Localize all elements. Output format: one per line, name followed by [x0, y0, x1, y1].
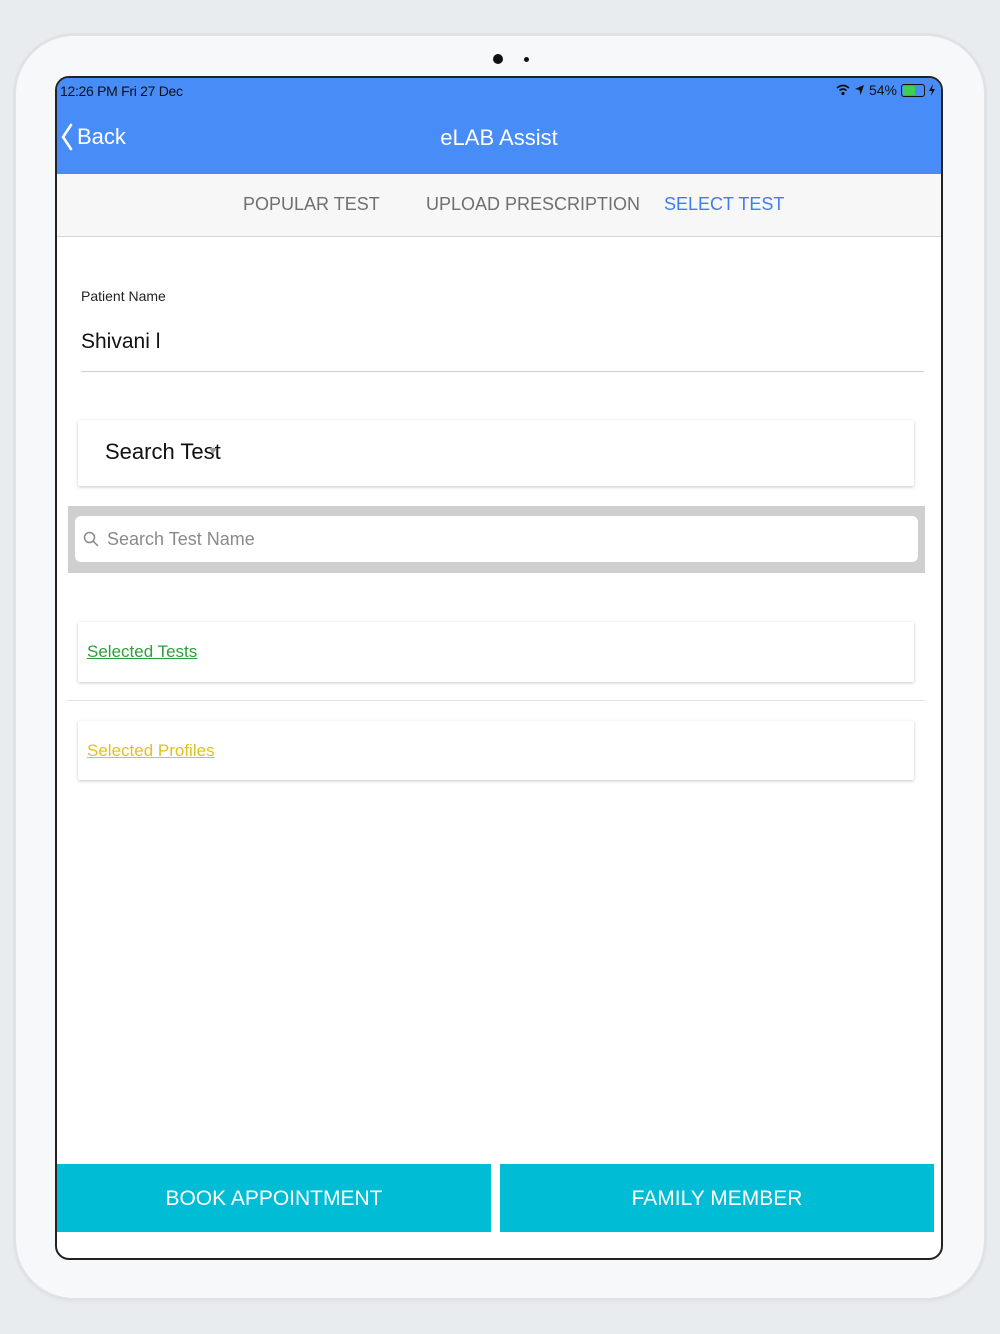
- selected-tests-card[interactable]: Selected Tests: [78, 622, 914, 682]
- caret-down-icon: [209, 448, 217, 454]
- app-screen: 12:26 PM Fri 27 Dec 54% Back eLAB Assist…: [55, 76, 943, 1260]
- tab-select-test[interactable]: SELECT TEST: [664, 194, 784, 215]
- selected-profiles-card[interactable]: Selected Profiles: [78, 721, 914, 780]
- location-icon: [854, 85, 864, 95]
- sensor-dot: [524, 57, 529, 62]
- camera-dot: [493, 54, 503, 64]
- book-appointment-button[interactable]: BOOK APPOINTMENT: [57, 1164, 491, 1232]
- battery-percentage: 54%: [868, 82, 897, 98]
- patient-name-field[interactable]: Shivani l: [81, 330, 160, 354]
- charging-icon: [929, 84, 935, 96]
- status-time: 12:26 PM Fri 27 Dec: [60, 83, 183, 99]
- section-divider: [67, 700, 925, 701]
- wifi-icon: [836, 84, 850, 96]
- battery-icon: [901, 83, 925, 97]
- search-icon: [83, 531, 99, 547]
- patient-name-underline: [81, 371, 924, 372]
- selected-profiles-link[interactable]: Selected Profiles: [87, 741, 215, 761]
- search-test-dropdown[interactable]: Search Test: [78, 420, 914, 486]
- search-placeholder: Search Test Name: [107, 529, 255, 549]
- status-indicators: 54%: [836, 82, 935, 98]
- family-member-button[interactable]: FAMILY MEMBER: [500, 1164, 934, 1232]
- tab-upload-prescription[interactable]: UPLOAD PRESCRIPTION: [426, 194, 640, 215]
- dropdown-label: Search Test: [105, 439, 221, 464]
- search-input[interactable]: Search Test Name: [75, 516, 918, 562]
- tab-popular-test[interactable]: POPULAR TEST: [243, 194, 380, 215]
- patient-name-label: Patient Name: [81, 288, 166, 304]
- selected-tests-link[interactable]: Selected Tests: [87, 642, 197, 662]
- tab-bar: POPULAR TEST UPLOAD PRESCRIPTION SELECT …: [57, 174, 941, 237]
- battery-level: [903, 85, 915, 95]
- navigation-bar: 12:26 PM Fri 27 Dec 54% Back eLAB Assist: [57, 78, 941, 174]
- search-bar-container: Search Test Name: [68, 506, 925, 573]
- app-title: eLAB Assist: [440, 125, 558, 150]
